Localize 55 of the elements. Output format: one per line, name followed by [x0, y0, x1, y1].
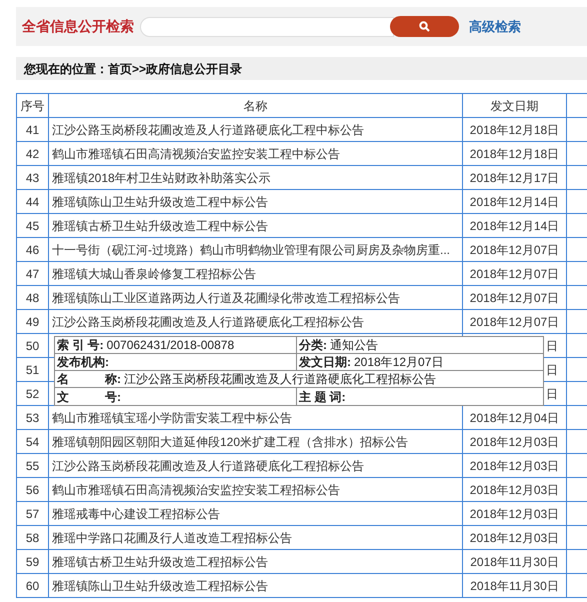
column-header: 发文日期: [462, 94, 566, 118]
breadcrumb: 您现在的位置：首页>>政府信息公开目录: [24, 60, 242, 78]
table-cell: 50: [16, 334, 48, 358]
table-cell: 56: [16, 478, 48, 502]
table-cell: 2018年12月03日: [462, 430, 566, 454]
table-cell: 2018年12月07日: [462, 310, 566, 334]
table-cell: 54: [16, 430, 48, 454]
search-icon: [419, 21, 430, 32]
table-cell: 45: [16, 214, 48, 238]
field-label: 发文日期:: [299, 354, 351, 371]
table-cell: 51: [16, 358, 48, 382]
table-cell: 59: [16, 550, 48, 574]
table-cell: 55: [16, 454, 48, 478]
table-cell: 2018年12月17日: [462, 166, 566, 190]
table-cell: 2018年11月30日: [462, 574, 566, 598]
advanced-search-link[interactable]: 高级检索: [469, 16, 521, 36]
field-label: 名 称:: [57, 371, 121, 388]
table-cell: 47: [16, 262, 48, 286]
table-cell: 57: [16, 502, 48, 526]
search-field[interactable]: [140, 16, 394, 36]
table-cell: 43: [16, 166, 48, 190]
table-cell: 53: [16, 406, 48, 430]
field-value: 江沙公路玉岗桥段花圃改造及人行道路硬底化工程招标公告: [124, 371, 436, 388]
field-label: 文 号:: [57, 388, 121, 406]
table-cell: 60: [16, 574, 48, 598]
table-cell: 58: [16, 526, 48, 550]
table-cell: 52: [16, 382, 48, 406]
search-label: 全省信息公开检索: [22, 17, 134, 36]
table-cell: 41: [16, 118, 48, 142]
table-cell: 2018年12月18日: [462, 142, 566, 166]
table-cell: 2018年12月03日: [462, 526, 566, 550]
field-value: 2018年12月07日: [354, 354, 444, 371]
table-cell: 2018年12月07日: [462, 286, 566, 310]
table-cell: 2018年11月30日: [462, 550, 566, 574]
column-header: 序号: [16, 94, 48, 118]
table-cell: 2018年12月03日: [462, 502, 566, 526]
table-cell: 2018年12月07日: [462, 238, 566, 262]
field-value: 007062431/2018-00878: [106, 337, 234, 354]
table-cell: 49: [16, 310, 48, 334]
table-cell: 2018年12月18日: [462, 118, 566, 142]
field-label: 发布机构:: [57, 354, 109, 371]
field-label: 主 题 词:: [299, 388, 346, 406]
table-cell: 44: [16, 190, 48, 214]
table-cell: 2018年12月07日: [462, 262, 566, 286]
table-cell: 42: [16, 142, 48, 166]
field-label: 索 引 号:: [57, 337, 104, 354]
column-header: 名称: [48, 94, 462, 118]
table-cell: 48: [16, 286, 48, 310]
table-cell: 2018年12月03日: [462, 478, 566, 502]
table-cell: 2018年12月14日: [462, 214, 566, 238]
table-cell: 46: [16, 238, 48, 262]
table-cell: 2018年12月14日: [462, 190, 566, 214]
table-cell: 2018年12月03日: [462, 454, 566, 478]
field-value: 通知公告: [330, 337, 378, 354]
field-label: 分类:: [299, 337, 327, 354]
